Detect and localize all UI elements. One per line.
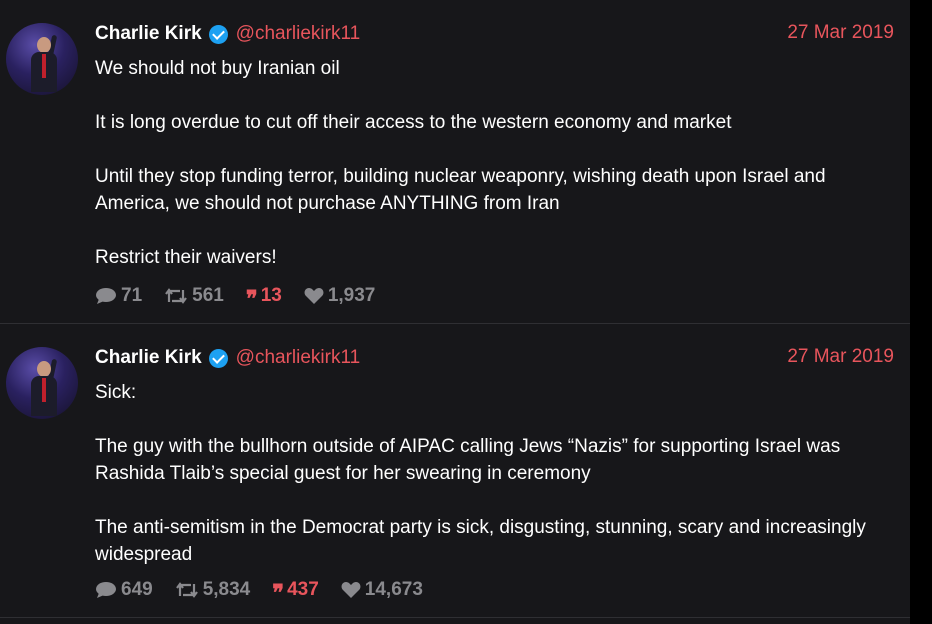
tweet-paragraph: Until they stop funding terror, building… — [95, 166, 826, 214]
like-count: 14,673 — [364, 579, 423, 600]
retweet-icon — [164, 287, 188, 305]
quote-count: 437 — [287, 579, 319, 600]
tweet-text: We should not buy Iranian oil It is long… — [95, 55, 895, 298]
retweet-stat[interactable]: 5,834 — [175, 579, 251, 601]
reply-stat[interactable]: 71 — [95, 285, 142, 307]
tweet-text: Sick: The guy with the bullhorn outside … — [95, 379, 895, 595]
tweet-paragraph: The guy with the bullhorn outside of AIP… — [95, 436, 841, 484]
tweet-paragraph: The anti-semitism in the Democrat party … — [95, 517, 866, 565]
retweet-count: 561 — [192, 285, 224, 306]
like-count: 1,937 — [327, 285, 376, 306]
quote-icon: ❞ — [245, 286, 258, 312]
tweet-header: Charlie Kirk @charliekirk11 — [95, 346, 360, 370]
author-handle[interactable]: @charliekirk11 — [236, 347, 361, 369]
author-handle[interactable]: @charliekirk11 — [236, 23, 361, 45]
tweet-date[interactable]: 27 Mar 2019 — [787, 22, 894, 44]
tweet-stats: 71 561 ❞ 13 1,937 — [95, 285, 397, 312]
tweet-header: Charlie Kirk @charliekirk11 — [95, 22, 360, 46]
retweet-count: 5,834 — [202, 579, 251, 600]
heart-icon — [341, 581, 361, 599]
reply-stat[interactable]: 649 — [95, 579, 153, 601]
reply-count: 71 — [121, 285, 143, 306]
verified-badge-icon — [208, 24, 228, 44]
tweet-date[interactable]: 27 Mar 2019 — [787, 346, 894, 368]
scrollbar-track[interactable] — [910, 0, 932, 624]
like-stat[interactable]: 14,673 — [341, 579, 423, 601]
tweet-paragraph: It is long overdue to cut off their acce… — [95, 112, 732, 133]
tweet-card[interactable]: Charlie Kirk @charliekirk11 27 Mar 2019 … — [0, 324, 910, 618]
quote-count: 13 — [260, 285, 282, 306]
avatar[interactable] — [6, 23, 78, 95]
tweet-paragraph: Sick: — [95, 382, 137, 403]
tweet-feed: Charlie Kirk @charliekirk11 27 Mar 2019 … — [0, 0, 910, 624]
retweet-stat[interactable]: 561 — [164, 285, 224, 307]
reply-count: 649 — [121, 579, 153, 600]
quote-icon: ❞ — [272, 580, 284, 606]
author-name[interactable]: Charlie Kirk — [95, 347, 202, 369]
tweet-paragraph: We should not buy Iranian oil — [95, 58, 340, 79]
author-name[interactable]: Charlie Kirk — [95, 23, 202, 45]
heart-icon — [304, 287, 324, 305]
comment-bubble-icon — [95, 581, 117, 599]
tweet-paragraph: Restrict their waivers! — [95, 247, 277, 268]
comment-bubble-icon — [95, 287, 117, 305]
retweet-icon — [175, 581, 199, 599]
tweet-stats: 649 5,834 ❞ 437 14,673 — [95, 579, 445, 606]
like-stat[interactable]: 1,937 — [304, 285, 376, 307]
quote-stat[interactable]: ❞ 13 — [245, 285, 282, 312]
tweet-card[interactable]: Charlie Kirk @charliekirk11 27 Mar 2019 … — [0, 0, 910, 324]
verified-badge-icon — [208, 348, 228, 368]
quote-stat[interactable]: ❞ 437 — [272, 579, 319, 606]
avatar[interactable] — [6, 347, 78, 419]
